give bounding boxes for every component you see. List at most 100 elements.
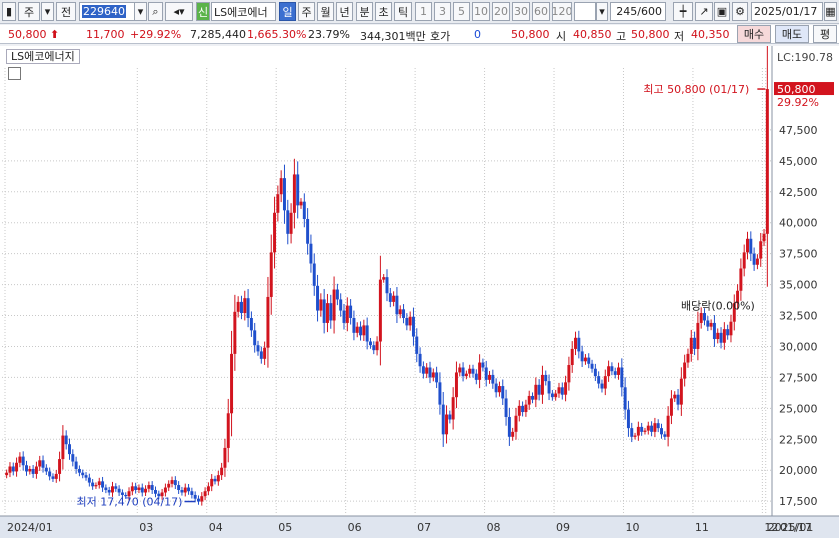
candle-body [471, 368, 475, 374]
candle-body [504, 398, 508, 417]
gear-icon[interactable]: ⚙ [732, 2, 748, 21]
candle-body [402, 309, 406, 318]
candle-body [650, 425, 654, 432]
interval-1[interactable]: 1 [415, 2, 432, 21]
candle-body [144, 488, 148, 493]
candle-body [494, 383, 498, 393]
candle-body [345, 305, 349, 323]
stock-code-input[interactable]: 229640 [79, 2, 135, 21]
candle-body [557, 387, 561, 394]
candle-body [15, 462, 19, 472]
candle-body [623, 387, 627, 410]
count-field[interactable]: 245/600 [610, 2, 666, 21]
tab-period-tick[interactable]: 틱 [394, 2, 412, 21]
candle-body [276, 194, 280, 213]
candle-body [246, 298, 250, 318]
candle-body [633, 435, 637, 437]
y-tick-label: 40,000 [779, 217, 818, 230]
tab-period-year[interactable]: 년 [336, 2, 353, 21]
candle-body [316, 285, 320, 311]
candle-body [663, 434, 667, 437]
tab-label: 일 [282, 5, 293, 19]
tab-period-week[interactable]: 주 [298, 2, 315, 21]
candle-body [537, 384, 541, 395]
candle-body [94, 485, 98, 487]
y-tick-label: 27,500 [779, 371, 818, 384]
candle-body [11, 466, 15, 472]
tab-period-month[interactable]: 월 [317, 2, 334, 21]
candle-body [590, 363, 594, 369]
candle-body [461, 367, 465, 377]
candle-body [299, 201, 303, 206]
candle-body [84, 475, 88, 478]
eval-button[interactable]: 평 [813, 25, 837, 43]
candle-body [196, 498, 200, 502]
y-tick-label: 37,500 [779, 248, 818, 261]
trade-amount: 344,301백만 [360, 30, 426, 43]
chevron-down-icon[interactable]: ▾ [134, 2, 147, 21]
candle-body [362, 325, 366, 336]
y-tick-label: 35,000 [779, 279, 818, 292]
interval-30[interactable]: 30 [512, 2, 530, 21]
chevron-down-icon[interactable]: ▾ [41, 2, 54, 21]
buy-button[interactable]: 매수 [737, 25, 771, 43]
date-field[interactable]: 2025/01/17 [751, 2, 823, 21]
save-icon[interactable]: ▣ [714, 2, 730, 21]
candle-body [507, 416, 511, 437]
interval-120[interactable]: 120 [552, 2, 572, 21]
chevron-down-icon[interactable]: ▾ [596, 2, 608, 21]
chart-window: { "toolbar": { "market_type": "주", "prev… [0, 0, 839, 538]
candle-body [540, 374, 544, 395]
candle-type-icon[interactable]: ┿ [673, 2, 693, 21]
search-icon[interactable]: ⌕ [148, 2, 163, 21]
interval-label: 120 [552, 5, 572, 18]
candle-body [607, 366, 611, 377]
tab-period-second[interactable]: 초 [375, 2, 392, 21]
y-tick-label: 20,000 [779, 464, 818, 477]
prev-label: 전 [60, 5, 72, 19]
candle-body [239, 301, 243, 314]
y-tick-label: 47,500 [779, 124, 818, 137]
candle-body [703, 313, 706, 321]
candle-body [107, 490, 111, 493]
price-change-pct: +29.92% [130, 28, 182, 41]
tab-period-day[interactable]: 일 [279, 2, 296, 21]
legend-title: LS에코에너지 [11, 50, 75, 63]
x-tick-label: 09 [556, 521, 570, 534]
stock-code-text: 229640 [82, 5, 126, 18]
calendar-icon[interactable]: ▦ [824, 2, 837, 21]
interval-60[interactable]: 60 [532, 2, 550, 21]
speaker-icon[interactable]: ◂▾ [165, 2, 193, 21]
candle-body [273, 212, 277, 253]
x-tick-label: 03 [139, 521, 153, 534]
prev-button[interactable]: 전 [56, 2, 76, 21]
candle-body [527, 395, 531, 405]
date-text: 2025/01/17 [754, 5, 818, 18]
candle-body [742, 252, 746, 269]
candle-body [481, 362, 485, 368]
grid-icon[interactable] [8, 67, 21, 80]
candle-body [689, 337, 693, 354]
candle-body [177, 485, 181, 491]
candle-body [709, 322, 713, 327]
candle-body [421, 366, 425, 374]
candle-body [699, 313, 703, 323]
candle-body [292, 174, 296, 213]
candle-body [755, 258, 759, 265]
interval-3[interactable]: 3 [434, 2, 451, 21]
candle-body [636, 426, 640, 436]
y-tick-label: 42,500 [779, 186, 818, 199]
menu-icon[interactable]: ▮ [2, 2, 16, 21]
candle-body [117, 488, 121, 493]
market-type-select[interactable]: 주 [18, 2, 40, 21]
stock-name-field[interactable]: LS에코에너 [211, 2, 276, 21]
interval-5[interactable]: 5 [453, 2, 470, 21]
candle-body [398, 309, 402, 315]
tab-period-minute[interactable]: 분 [356, 2, 373, 21]
line-draw-icon[interactable]: ↗ [695, 2, 713, 21]
interval-10[interactable]: 10 [472, 2, 490, 21]
candle-body [643, 430, 647, 432]
sell-button[interactable]: 매도 [775, 25, 809, 43]
interval-custom-input[interactable] [574, 2, 596, 21]
interval-20[interactable]: 20 [492, 2, 510, 21]
